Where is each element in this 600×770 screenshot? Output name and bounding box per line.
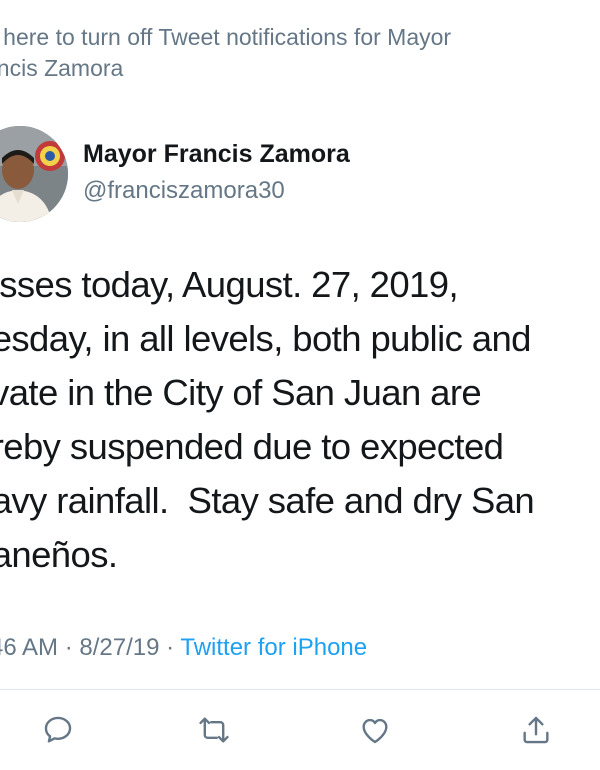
share-icon bbox=[523, 716, 549, 744]
like-button[interactable] bbox=[357, 712, 393, 748]
avatar-photo bbox=[0, 126, 68, 222]
share-button[interactable] bbox=[518, 712, 554, 748]
tweet-line: eavy rainfall. Stay safe and dry San bbox=[0, 480, 535, 521]
heart-icon bbox=[362, 718, 388, 744]
tweet-meta: 46 AM · 8/27/19 · Twitter for iPhone bbox=[0, 634, 367, 662]
turn-off-notifications-banner[interactable]: p here to turn off Tweet notifications f… bbox=[0, 22, 584, 84]
author-handle[interactable]: @franciszamora30 bbox=[83, 177, 285, 205]
divider bbox=[0, 689, 600, 690]
tweet-text: lasses today, August. 27, 2019, uesday, … bbox=[0, 258, 600, 582]
meta-separator: · bbox=[64, 634, 73, 661]
tweet-line: rivate in the City of San Juan are bbox=[0, 372, 482, 413]
meta-separator: · bbox=[166, 634, 175, 661]
tweet-time: 46 AM bbox=[0, 634, 59, 661]
tweet-line: lasses today, August. 27, 2019, bbox=[0, 264, 459, 305]
retweet-button[interactable] bbox=[196, 712, 232, 748]
tweet-line: uesday, in all levels, both public and bbox=[0, 318, 531, 359]
author-name[interactable]: Mayor Francis Zamora bbox=[83, 140, 350, 169]
reply-icon bbox=[44, 716, 72, 743]
tweet-line: uaneños. bbox=[0, 534, 118, 575]
author-avatar[interactable] bbox=[0, 126, 68, 222]
tweet-date: 8/27/19 bbox=[79, 634, 160, 661]
tweet-source-link[interactable]: Twitter for iPhone bbox=[180, 634, 367, 661]
reply-button[interactable] bbox=[40, 712, 76, 748]
retweet-icon bbox=[199, 717, 229, 743]
tweet-line: ereby suspended due to expected bbox=[0, 426, 504, 467]
